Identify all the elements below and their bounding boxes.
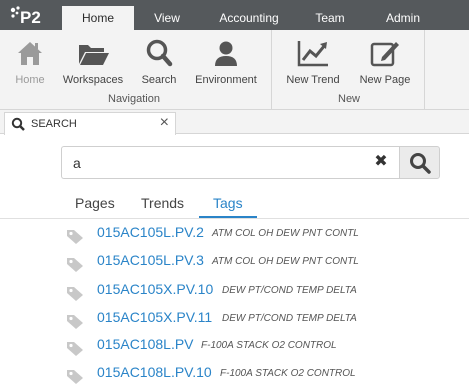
list-item[interactable]: 015AC105X.PV.10 DEW PT/COND TEMP DELTA (0, 279, 469, 307)
ribbon: Home Workspaces Search Environment Navig… (0, 30, 469, 110)
tag-icon (67, 342, 83, 356)
home-button-label: Home (15, 74, 45, 86)
search-input[interactable]: a (61, 146, 399, 179)
logo-text: P2 (20, 8, 41, 26)
close-icon[interactable]: × (160, 114, 169, 132)
search-submit-button[interactable] (399, 146, 440, 179)
edit-page-icon (370, 42, 399, 67)
menu-tab-view[interactable]: View (134, 6, 200, 30)
list-item[interactable]: 015AC108L.PV F-100A STACK O2 CONTROL (0, 334, 469, 362)
tag-description: F-100A STACK O2 CONTROL (201, 340, 337, 351)
ribbon-group-separator (271, 30, 272, 110)
tag-icon (67, 315, 83, 329)
home-icon (18, 42, 42, 65)
tag-name[interactable]: 015AC105L.PV.3 (97, 252, 204, 268)
tab-trends[interactable]: Trends (141, 195, 184, 211)
search-document-tab[interactable]: SEARCH × (4, 112, 176, 135)
menu-tab-team[interactable]: Team (300, 6, 360, 30)
menu-tab-admin[interactable]: Admin (372, 6, 434, 30)
navigation-group-label: Navigation (108, 93, 160, 105)
home-button[interactable]: Home (10, 36, 50, 86)
new-group-label: New (338, 93, 361, 105)
tag-description: DEW PT/COND TEMP DELTA (222, 285, 357, 296)
tab-divider (0, 218, 469, 219)
tab-tags[interactable]: Tags (213, 195, 243, 211)
environment-button-label: Environment (195, 74, 257, 86)
menu-tab-accounting[interactable]: Accounting (210, 6, 288, 30)
tag-description: DEW PT/COND TEMP DELTA (222, 313, 357, 324)
ribbon-group-separator-end (424, 30, 425, 110)
new-trend-label: New Trend (286, 74, 340, 86)
new-trend-button[interactable]: New Trend (284, 36, 342, 86)
search-ribbon-label: Search (141, 74, 177, 86)
tag-name[interactable]: 015AC105L.PV.2 (97, 224, 204, 240)
tab-pages[interactable]: Pages (75, 195, 115, 211)
tag-name[interactable]: 015AC105X.PV.11 (97, 309, 212, 325)
tag-description: F-100A STACK O2 CONTROL (220, 368, 356, 379)
list-item[interactable]: 015AC105L.PV.2 ATM COL OH DEW PNT CONTL (0, 222, 469, 250)
search-icon (146, 39, 173, 67)
p2-logo: P2 (10, 6, 41, 26)
top-menu-bar: P2 Home View Accounting Team Admin (0, 0, 469, 30)
search-icon (410, 153, 431, 174)
new-page-label: New Page (359, 74, 411, 86)
search-input-value: a (73, 155, 81, 171)
tag-icon (67, 230, 83, 244)
list-item[interactable]: 015AC105L.PV.3 ATM COL OH DEW PNT CONTL (0, 250, 469, 278)
tag-icon (67, 287, 83, 301)
user-icon (215, 41, 237, 66)
workspaces-button-label: Workspaces (62, 74, 124, 86)
tag-description: ATM COL OH DEW PNT CONTL (212, 256, 359, 267)
search-ribbon-button[interactable]: Search (138, 36, 180, 86)
trend-chart-icon (297, 41, 328, 67)
list-item[interactable]: 015AC108L.PV.10 F-100A STACK O2 CONTROL (0, 362, 469, 390)
tag-icon (67, 258, 83, 272)
clear-search-button[interactable]: ✖ (371, 152, 391, 172)
tag-name[interactable]: 015AC108L.PV (97, 336, 194, 352)
new-page-button[interactable]: New Page (356, 36, 414, 86)
search-icon (11, 117, 25, 131)
document-tab-strip: SEARCH × (0, 110, 469, 135)
list-item[interactable]: 015AC105X.PV.11 DEW PT/COND TEMP DELTA (0, 307, 469, 335)
tag-name[interactable]: 015AC108L.PV.10 (97, 364, 212, 380)
tag-icon (67, 370, 83, 384)
folder-icon (79, 45, 109, 65)
tag-description: ATM COL OH DEW PNT CONTL (212, 228, 359, 239)
search-tab-title: SEARCH (31, 118, 77, 130)
environment-button[interactable]: Environment (192, 36, 260, 86)
tag-name[interactable]: 015AC105X.PV.10 (97, 281, 213, 297)
menu-tab-home[interactable]: Home (62, 6, 134, 30)
workspaces-button[interactable]: Workspaces (60, 36, 126, 86)
